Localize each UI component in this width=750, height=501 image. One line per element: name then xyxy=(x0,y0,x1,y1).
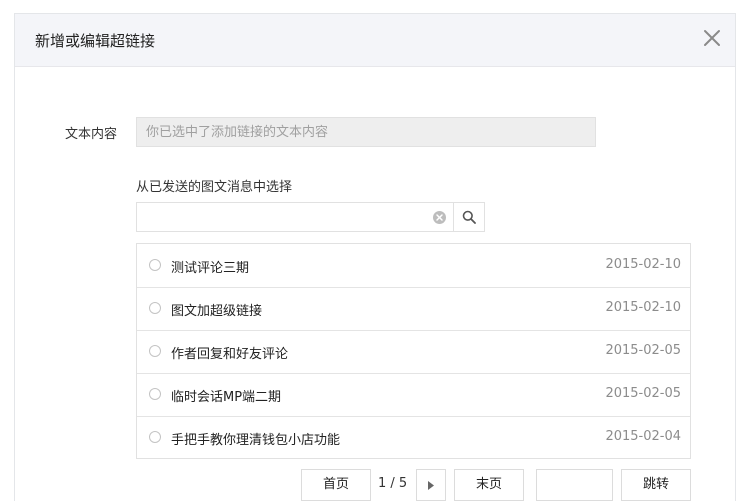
clear-icon[interactable] xyxy=(433,211,446,224)
search-box xyxy=(136,202,485,232)
close-button[interactable] xyxy=(701,27,723,49)
next-arrow-icon xyxy=(428,481,434,490)
page-jump-input[interactable] xyxy=(536,469,613,501)
text-content-input[interactable] xyxy=(136,117,596,147)
article-date: 2015-02-04 xyxy=(605,429,681,444)
list-item[interactable]: 测试评论三期 2015-02-10 xyxy=(137,244,690,288)
first-page-button[interactable]: 首页 xyxy=(301,469,371,501)
radio-button[interactable] xyxy=(149,259,161,271)
page-indicator: 1 / 5 xyxy=(378,476,408,491)
jump-button[interactable]: 跳转 xyxy=(621,469,691,501)
text-content-label: 文本内容 xyxy=(65,127,118,142)
dialog-title: 新增或编辑超链接 xyxy=(35,32,156,50)
hyperlink-dialog: 新增或编辑超链接 文本内容 从已发送的图文消息中选择 测试评论三期 2015-0 xyxy=(14,13,736,501)
article-title: 作者回复和好友评论 xyxy=(171,347,289,362)
radio-button[interactable] xyxy=(149,388,161,400)
list-item[interactable]: 手把手教你理清钱包小店功能 2015-02-04 xyxy=(137,416,690,459)
list-item[interactable]: 作者回复和好友评论 2015-02-05 xyxy=(137,330,690,374)
article-date: 2015-02-10 xyxy=(605,300,681,315)
article-date: 2015-02-05 xyxy=(605,386,681,401)
article-title: 手把手教你理清钱包小店功能 xyxy=(171,433,341,448)
article-date: 2015-02-10 xyxy=(605,257,681,272)
article-title: 图文加超级链接 xyxy=(171,304,263,319)
next-page-button[interactable] xyxy=(416,469,446,501)
close-icon xyxy=(704,30,720,46)
list-item[interactable]: 图文加超级链接 2015-02-10 xyxy=(137,287,690,331)
dialog-header: 新增或编辑超链接 xyxy=(15,14,735,67)
article-title: 测试评论三期 xyxy=(171,261,250,276)
pagination: 首页 1 / 5 末页 跳转 xyxy=(15,469,735,501)
radio-button[interactable] xyxy=(149,345,161,357)
radio-button[interactable] xyxy=(149,302,161,314)
article-date: 2015-02-05 xyxy=(605,343,681,358)
search-input[interactable] xyxy=(137,203,447,231)
search-button[interactable] xyxy=(453,203,484,231)
radio-button[interactable] xyxy=(149,431,161,443)
article-title: 临时会话MP端二期 xyxy=(171,390,282,405)
article-list: 测试评论三期 2015-02-10 图文加超级链接 2015-02-10 作者回… xyxy=(136,243,691,459)
last-page-button[interactable]: 末页 xyxy=(454,469,524,501)
list-item[interactable]: 临时会话MP端二期 2015-02-05 xyxy=(137,373,690,417)
search-icon xyxy=(462,210,476,224)
choose-from-sent-label: 从已发送的图文消息中选择 xyxy=(136,180,293,195)
